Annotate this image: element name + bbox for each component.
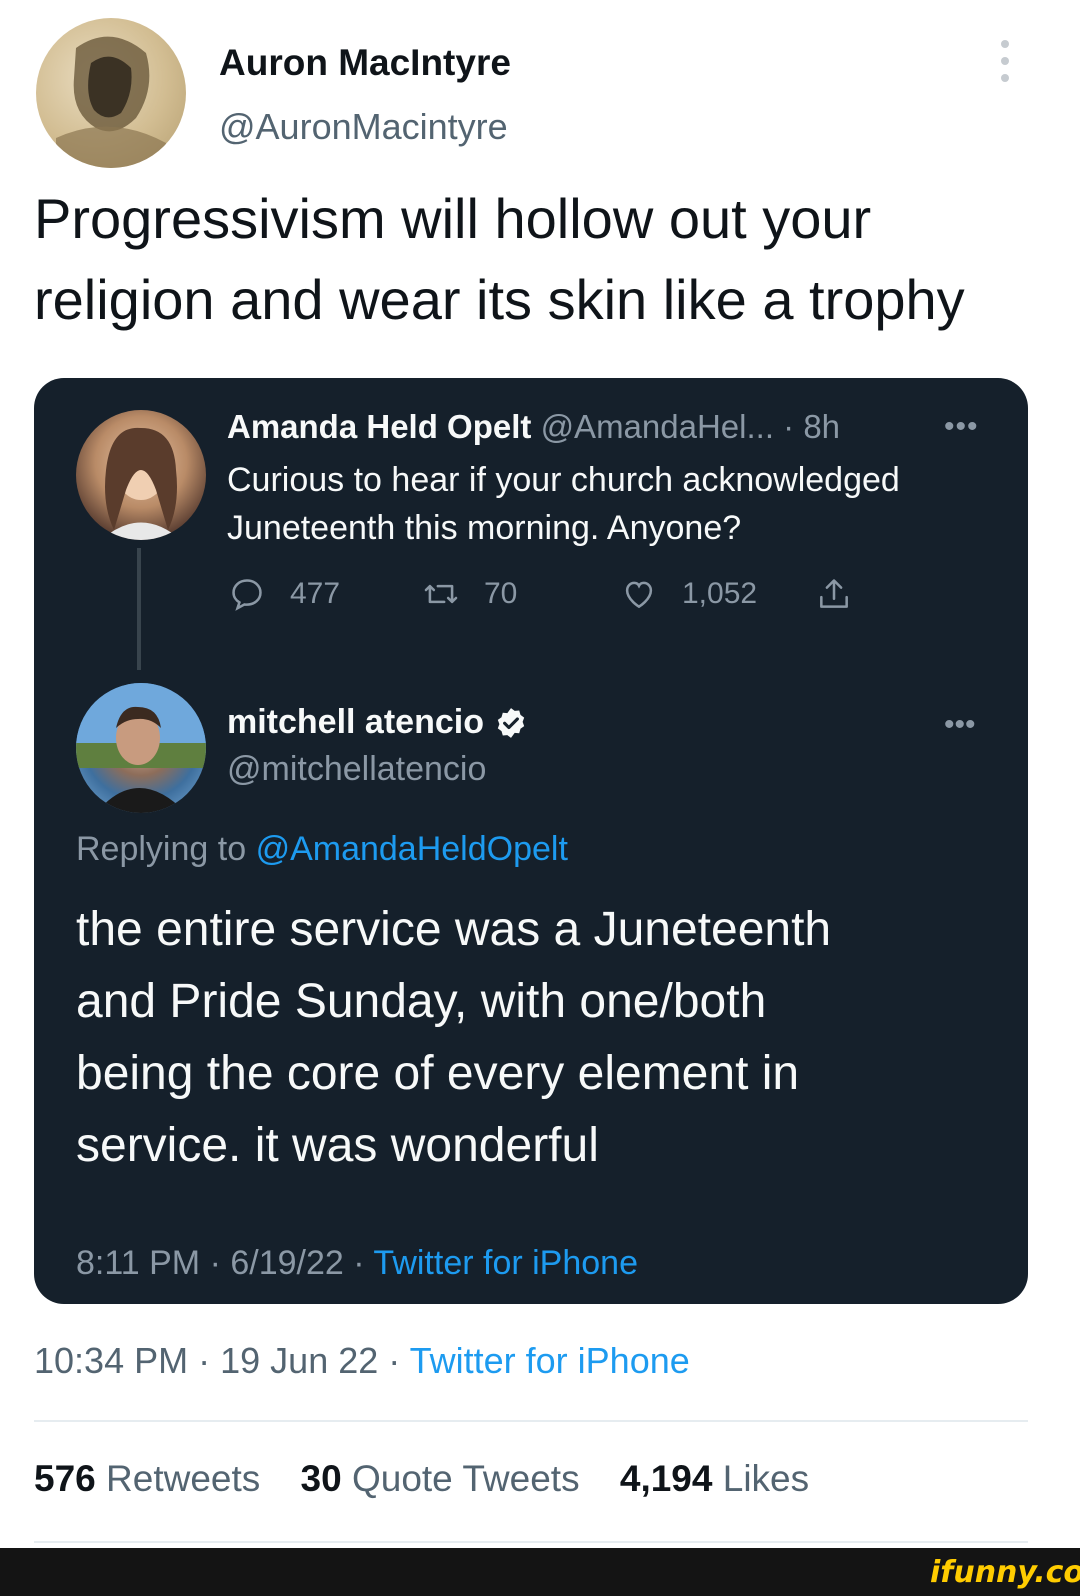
tweet-source-link[interactable]: Twitter for iPhone	[410, 1340, 690, 1381]
likes-label: Likes	[722, 1458, 810, 1499]
thread-line	[137, 548, 141, 670]
author-avatar-art	[56, 36, 166, 168]
reply-icon	[232, 579, 262, 611]
parent-tweet-age: · 8h	[783, 408, 841, 445]
engagement-counts: 576 Retweets 30 Quote Tweets 4,194 Likes	[34, 1458, 809, 1500]
meta-separator: ·	[353, 1244, 365, 1282]
retweet-action[interactable]: 70	[422, 574, 517, 614]
reply-author-avatar-art	[76, 683, 206, 813]
likes-count: 4,194	[619, 1458, 713, 1499]
reply-date: 6/19/22	[230, 1244, 344, 1282]
more-horizontal-icon[interactable]: •••	[944, 708, 976, 742]
parent-author-name[interactable]: Amanda Held Opelt	[227, 408, 531, 445]
reply-action[interactable]: 477	[228, 574, 340, 614]
parent-author-handle[interactable]: @AmandaHel...	[541, 408, 774, 445]
retweet-count: 70	[484, 577, 518, 610]
parent-avatar-art	[101, 427, 181, 540]
reply-time: 8:11 PM	[76, 1244, 201, 1282]
replying-to-link[interactable]: @AmandaHeldOpelt	[256, 830, 568, 868]
more-horizontal-icon[interactable]: •••	[944, 410, 979, 444]
replying-to-line: Replying to @AmandaHeldOpelt	[76, 830, 568, 869]
share-action[interactable]	[815, 574, 877, 614]
quote-tweets-label: Quote Tweets	[351, 1458, 580, 1499]
retweets-stat[interactable]: 576 Retweets	[34, 1458, 260, 1499]
reply-author-line[interactable]: mitchell atencio	[227, 703, 528, 742]
meta-separator: ·	[388, 1340, 401, 1381]
watermark-bar	[0, 1548, 1080, 1596]
verified-badge-icon	[497, 707, 525, 738]
likes-stat[interactable]: 4,194 Likes	[620, 1458, 809, 1499]
divider	[34, 1541, 1028, 1543]
parent-avatar[interactable]	[76, 410, 206, 540]
meta-separator: ·	[209, 1244, 221, 1282]
parent-tweet-text: Curious to hear if your church acknowled…	[227, 461, 900, 547]
ifunny-watermark-logo: ifunny.co	[930, 1555, 1080, 1590]
more-vertical-icon[interactable]	[990, 40, 1020, 90]
parent-author-line[interactable]: Amanda Held Opelt @AmandaHel... · 8h	[227, 408, 840, 446]
author-avatar[interactable]	[36, 18, 186, 168]
replying-to-prefix: Replying to	[76, 830, 247, 868]
quote-tweets-stat[interactable]: 30 Quote Tweets	[301, 1458, 580, 1499]
reply-author-handle[interactable]: @mitchellatencio	[227, 750, 486, 789]
retweet-icon	[424, 584, 458, 604]
reply-count: 477	[290, 577, 341, 610]
divider	[34, 1420, 1028, 1422]
reply-meta: 8:11 PM · 6/19/22 · Twitter for iPhone	[76, 1244, 638, 1283]
like-icon	[625, 581, 653, 609]
reply-author-avatar[interactable]	[76, 683, 206, 813]
reply-tweet-text: the entire service was a Juneteenth and …	[76, 903, 832, 1172]
reply-source-link[interactable]: Twitter for iPhone	[373, 1244, 638, 1282]
author-handle[interactable]: @AuronMacintyre	[219, 106, 508, 148]
like-action[interactable]: 1,052	[620, 574, 757, 614]
tweet-text: Progressivism will hollow out your relig…	[34, 187, 965, 331]
reply-author-name[interactable]: mitchell atencio	[227, 703, 484, 742]
tweet-meta: 10:34 PM · 19 Jun 22 · Twitter for iPhon…	[34, 1340, 690, 1382]
retweets-count: 576	[34, 1458, 96, 1499]
author-name[interactable]: Auron MacIntyre	[219, 42, 511, 84]
retweets-label: Retweets	[106, 1458, 261, 1499]
quote-tweets-count: 30	[300, 1458, 342, 1499]
tweet-date: 19 Jun 22	[220, 1340, 379, 1381]
meta-separator: ·	[198, 1340, 211, 1381]
share-icon	[820, 579, 848, 608]
like-count: 1,052	[682, 577, 758, 610]
tweet-time: 10:34 PM	[34, 1340, 189, 1381]
